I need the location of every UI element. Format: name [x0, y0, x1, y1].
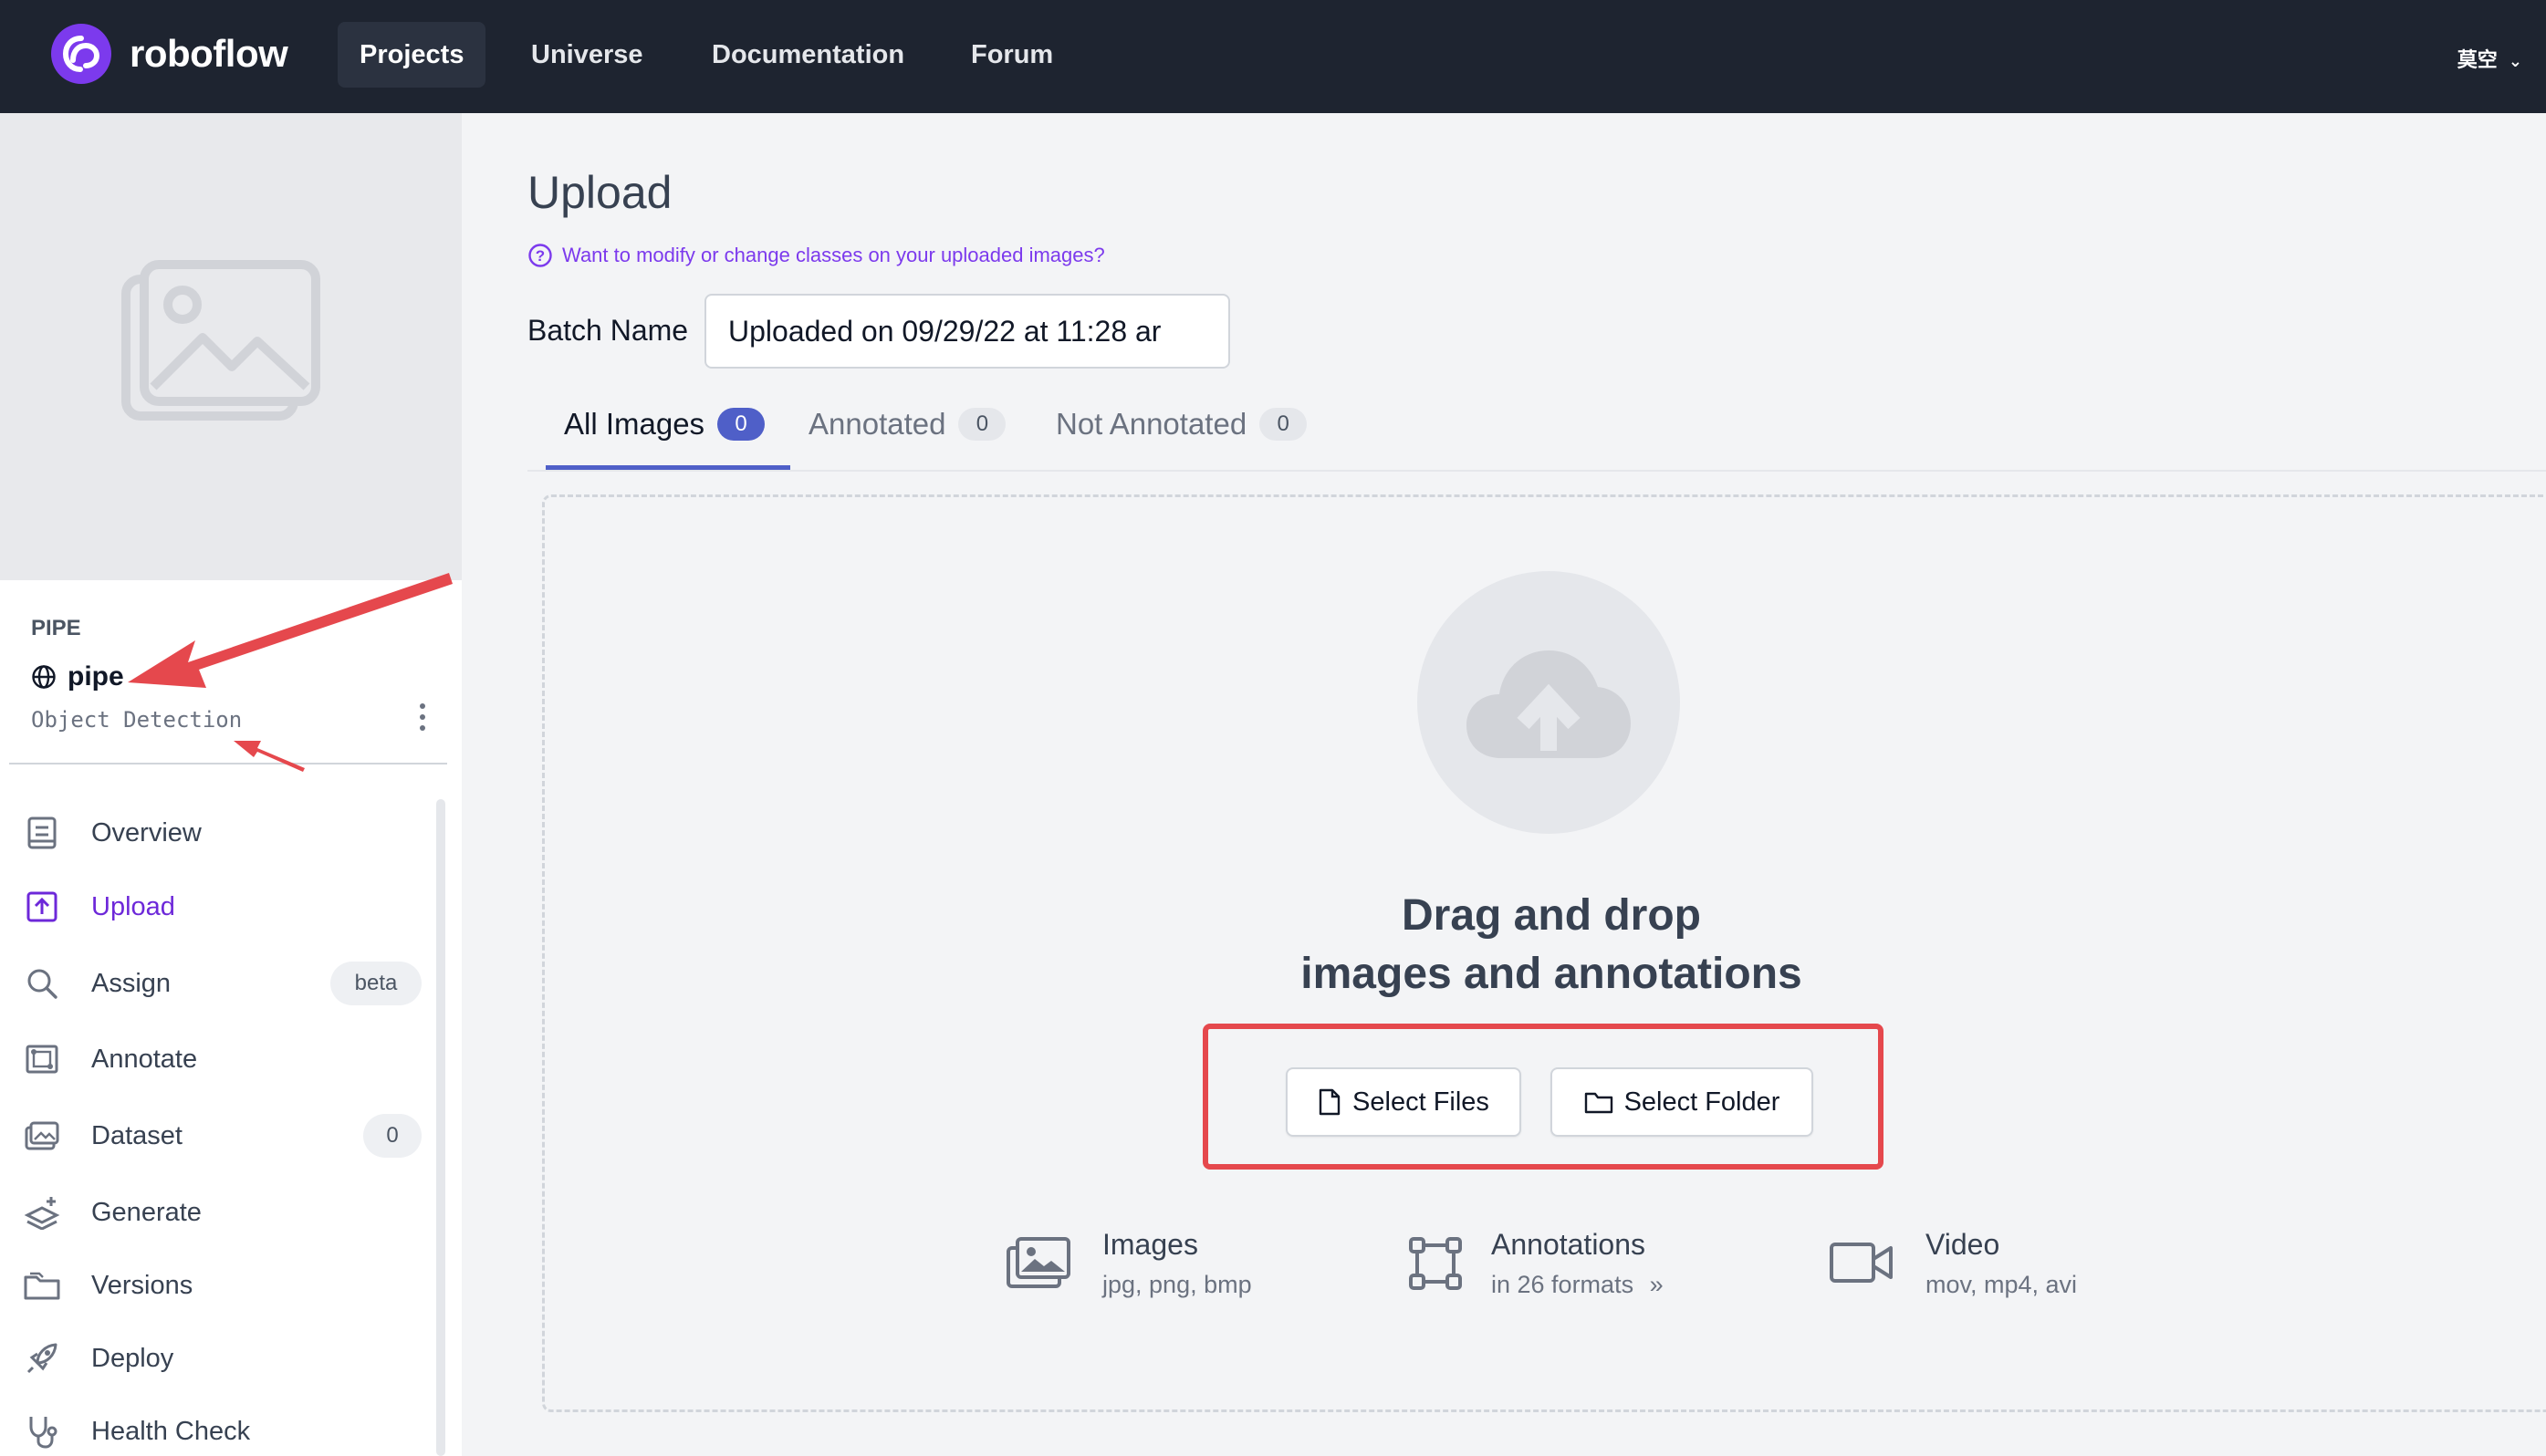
video-icon	[1830, 1243, 1893, 1283]
batch-name-input[interactable]	[704, 294, 1230, 369]
dropzone-heading-line2: images and annotations	[1300, 950, 1802, 998]
versions-icon	[22, 1265, 62, 1305]
brand-name: roboflow	[130, 32, 288, 75]
beta-badge: beta	[330, 962, 422, 1005]
sidebar-item-generate[interactable]: Generate	[22, 1187, 423, 1238]
tab-not-annotated[interactable]: Not Annotated 0	[1056, 407, 1308, 442]
format-title: Images	[1102, 1228, 1198, 1261]
tab-divider	[527, 470, 2546, 472]
tab-count: 0	[1259, 408, 1308, 441]
question-circle-icon: ?	[528, 244, 552, 267]
chevron-down-icon: ⌄	[2508, 52, 2522, 70]
sidebar-item-label: Dataset	[91, 1120, 183, 1150]
sidebar-item-deploy[interactable]: Deploy	[22, 1333, 423, 1384]
select-folder-button[interactable]: Select Folder	[1550, 1067, 1813, 1137]
format-title: Annotations	[1491, 1228, 1646, 1261]
nav-projects[interactable]: Projects	[338, 22, 486, 88]
sidebar-item-annotate[interactable]: Annotate	[22, 1034, 423, 1085]
user-menu[interactable]: 莫空 ⌄	[2457, 44, 2522, 73]
tab-label: All Images	[564, 407, 705, 441]
images-icon	[1007, 1237, 1070, 1288]
nav-forum[interactable]: Forum	[949, 22, 1075, 88]
tab-count: 0	[958, 408, 1007, 441]
search-icon	[22, 963, 62, 1004]
project-group-label: PIPE	[31, 616, 81, 640]
tab-all-images[interactable]: All Images 0	[564, 407, 766, 442]
dataset-count-badge: 0	[363, 1114, 422, 1158]
page-title: Upload	[527, 167, 673, 218]
nav-universe[interactable]: Universe	[509, 22, 665, 88]
nav-documentation[interactable]: Documentation	[690, 22, 926, 88]
file-icon	[1319, 1088, 1341, 1116]
cloud-upload-icon	[1466, 650, 1631, 758]
select-files-button[interactable]: Select Files	[1286, 1067, 1521, 1137]
format-subtitle-row[interactable]: in 26 formats »	[1491, 1271, 1664, 1299]
sidebar-item-label: Upload	[91, 891, 175, 921]
sidebar-item-label: Deploy	[91, 1343, 174, 1373]
stethoscope-icon	[22, 1411, 62, 1451]
tab-count: 0	[717, 408, 766, 441]
help-link[interactable]: ? Want to modify or change classes on yo…	[527, 243, 1105, 268]
sidebar-item-upload[interactable]: Upload	[22, 881, 423, 932]
upload-cloud-badge	[1417, 571, 1680, 834]
batch-name-label: Batch Name	[527, 314, 689, 347]
project-type: Object Detection	[31, 707, 243, 733]
annotate-icon	[22, 1039, 62, 1079]
help-link-text: Want to modify or change classes on your…	[562, 244, 1105, 266]
sidebar-item-versions[interactable]: Versions	[22, 1260, 423, 1311]
tab-label: Annotated	[809, 407, 946, 441]
sidebar-item-health-check[interactable]: Health Check	[22, 1406, 423, 1456]
overview-icon	[22, 813, 62, 853]
sidebar-item-assign[interactable]: Assign beta	[22, 958, 423, 1009]
rocket-icon	[22, 1338, 62, 1378]
sidebar-item-label: Assign	[91, 968, 172, 998]
tab-annotated[interactable]: Annotated 0	[809, 407, 1007, 442]
sidebar-item-overview[interactable]: Overview	[22, 807, 423, 858]
project-thumbnail	[0, 113, 462, 580]
select-folder-label: Select Folder	[1623, 1087, 1780, 1117]
format-video: Video mov, mp4, avi	[1829, 1228, 2077, 1299]
dropzone-heading-line1: Drag and drop	[1401, 891, 1701, 940]
format-subtitle: mov, mp4, avi	[1925, 1271, 2078, 1298]
tab-label: Not Annotated	[1056, 407, 1247, 441]
top-navbar: roboflow Projects Universe Documentation…	[0, 0, 2546, 113]
double-chevron-right-icon: »	[1649, 1271, 1664, 1298]
sidebar-item-label: Overview	[91, 817, 202, 848]
sidebar-item-label: Annotate	[91, 1044, 198, 1074]
sidebar-item-label: Health Check	[91, 1416, 251, 1446]
user-name: 莫空	[2457, 48, 2498, 71]
upload-icon	[22, 887, 62, 927]
project-name: pipe	[68, 661, 124, 692]
format-subtitle: in 26 formats	[1491, 1271, 1634, 1298]
sidebar-scrollbar[interactable]	[436, 799, 445, 1456]
sidebar-item-label: Versions	[91, 1270, 193, 1300]
format-title: Video	[1925, 1228, 2000, 1261]
more-options-icon[interactable]	[415, 701, 430, 733]
generate-icon	[22, 1192, 62, 1232]
folder-icon	[1584, 1092, 1612, 1114]
sidebar-item-dataset[interactable]: Dataset 0	[22, 1110, 423, 1161]
bounding-box-icon	[1409, 1237, 1462, 1290]
svg-text:?: ?	[536, 247, 545, 265]
format-annotations: Annotations in 26 formats »	[1409, 1228, 1664, 1299]
roboflow-logo-icon	[51, 24, 111, 84]
globe-icon	[32, 665, 56, 689]
dataset-icon	[22, 1116, 62, 1156]
sidebar-divider	[9, 763, 447, 764]
roboflow-logo[interactable]: roboflow	[51, 24, 288, 84]
select-files-label: Select Files	[1352, 1087, 1489, 1117]
project-name-row[interactable]: pipe	[31, 661, 124, 692]
image-placeholder-icon	[121, 260, 320, 421]
format-images: Images jpg, png, bmp	[1006, 1228, 1252, 1299]
sidebar-item-label: Generate	[91, 1197, 202, 1227]
format-subtitle: jpg, png, bmp	[1102, 1271, 1252, 1298]
